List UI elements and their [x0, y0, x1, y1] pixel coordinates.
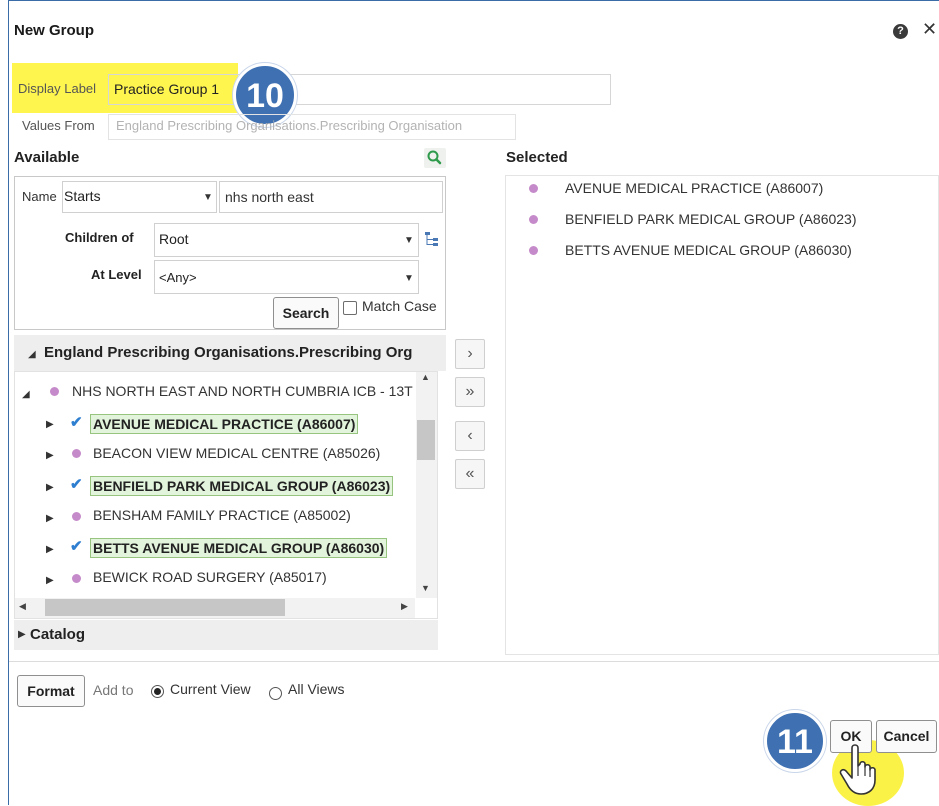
expand-triangle-icon[interactable]: ▶ [18, 629, 26, 640]
scroll-down-icon[interactable]: ▼ [421, 583, 430, 593]
at-level-value: <Any> [159, 270, 197, 285]
move-left-button[interactable]: ‹ [455, 421, 485, 451]
match-case-label: Match Case [362, 298, 437, 314]
name-search-value: nhs north east [225, 189, 314, 205]
children-of-select[interactable] [154, 223, 419, 257]
tree-header-label: England Prescribing Organisations.Prescr… [44, 344, 413, 361]
tree-item[interactable]: BETTS AVENUE MEDICAL GROUP (A86030) [90, 538, 388, 558]
dialog-title: New Group [14, 22, 95, 39]
magnifier-icon[interactable] [424, 148, 446, 168]
move-right-button[interactable]: › [455, 339, 485, 369]
display-label-caption: Display Label [18, 81, 97, 96]
chevron-down-icon: ▼ [404, 273, 414, 284]
chevron-down-icon: ▼ [203, 192, 213, 203]
current-view-label: Current View [170, 681, 251, 697]
hierarchy-icon[interactable] [424, 231, 440, 247]
vertical-scroll-thumb[interactable] [417, 420, 435, 460]
move-all-right-button[interactable]: » [455, 377, 485, 407]
tree-item[interactable]: BEACON VIEW MEDICAL CENTRE (A85026) [93, 445, 380, 461]
close-icon[interactable]: ✕ [922, 20, 937, 38]
member-dot-icon [529, 215, 538, 224]
dialog-border [8, 0, 939, 1]
values-from-caption: Values From [22, 118, 95, 133]
all-views-label: All Views [288, 681, 345, 697]
selected-heading: Selected [506, 149, 568, 166]
format-button[interactable]: Format [17, 675, 85, 707]
collapse-triangle-icon[interactable]: ◢ [22, 389, 30, 400]
pointer-hand-icon [838, 742, 888, 798]
member-dot-icon [72, 512, 81, 521]
scroll-up-icon[interactable]: ▲ [421, 372, 430, 382]
children-of-value: Root [159, 231, 189, 247]
member-dot-icon [529, 246, 538, 255]
add-to-label: Add to [93, 682, 134, 698]
values-from-value: England Prescribing Organisations.Prescr… [116, 118, 463, 133]
expand-triangle-icon[interactable]: ▶ [46, 450, 54, 461]
expand-triangle-icon[interactable]: ▶ [46, 544, 54, 555]
scroll-right-icon[interactable]: ▶ [401, 601, 408, 612]
expand-triangle-icon[interactable]: ▶ [46, 419, 54, 430]
available-heading: Available [14, 149, 80, 166]
tree-item[interactable]: BEWICK ROAD SURGERY (A85017) [93, 569, 327, 585]
footer-divider [9, 661, 939, 662]
tree-item[interactable]: BENFIELD PARK MEDICAL GROUP (A86023) [90, 476, 394, 496]
expand-triangle-icon[interactable]: ▶ [46, 575, 54, 586]
move-all-left-button[interactable]: « [455, 459, 485, 489]
catalog-label: Catalog [30, 626, 86, 643]
expand-triangle-icon[interactable]: ▶ [46, 513, 54, 524]
tree-item[interactable]: AVENUE MEDICAL PRACTICE (A86007) [90, 414, 359, 434]
all-views-radio[interactable] [269, 687, 282, 700]
chevron-down-icon: ▼ [404, 235, 414, 246]
step-badge: 11 [764, 710, 826, 772]
match-case-checkbox[interactable] [343, 301, 357, 315]
display-label-value[interactable]: Practice Group 1 [114, 81, 219, 97]
member-dot-icon [529, 184, 538, 193]
checkmark-icon: ✔ [70, 538, 83, 555]
scroll-left-icon[interactable]: ◀ [19, 601, 26, 612]
checkmark-icon: ✔ [70, 476, 83, 493]
current-view-radio[interactable] [151, 685, 164, 698]
at-level-caption: At Level [91, 267, 142, 282]
member-dot-icon [50, 387, 59, 396]
selected-item[interactable]: AVENUE MEDICAL PRACTICE (A86007) [565, 180, 823, 196]
children-of-caption: Children of [65, 230, 134, 245]
dialog-border [8, 0, 9, 805]
name-caption: Name [22, 189, 57, 204]
selected-item[interactable]: BENFIELD PARK MEDICAL GROUP (A86023) [565, 211, 857, 227]
member-dot-icon [72, 574, 81, 583]
match-type-value: Starts [64, 188, 101, 204]
help-icon[interactable]: ? [893, 24, 908, 39]
member-dot-icon [72, 449, 81, 458]
tree-root-item[interactable]: NHS NORTH EAST AND NORTH CUMBRIA ICB - 1… [72, 383, 413, 399]
tree-item[interactable]: BENSHAM FAMILY PRACTICE (A85002) [93, 507, 351, 523]
vertical-scrollbar[interactable] [416, 372, 437, 598]
horizontal-scroll-thumb[interactable] [45, 599, 285, 616]
selected-item[interactable]: BETTS AVENUE MEDICAL GROUP (A86030) [565, 242, 852, 258]
search-button[interactable]: Search [273, 297, 339, 329]
checkmark-icon: ✔ [70, 414, 83, 431]
expand-triangle-icon[interactable]: ▶ [46, 482, 54, 493]
collapse-triangle-icon[interactable]: ◢ [28, 349, 36, 360]
